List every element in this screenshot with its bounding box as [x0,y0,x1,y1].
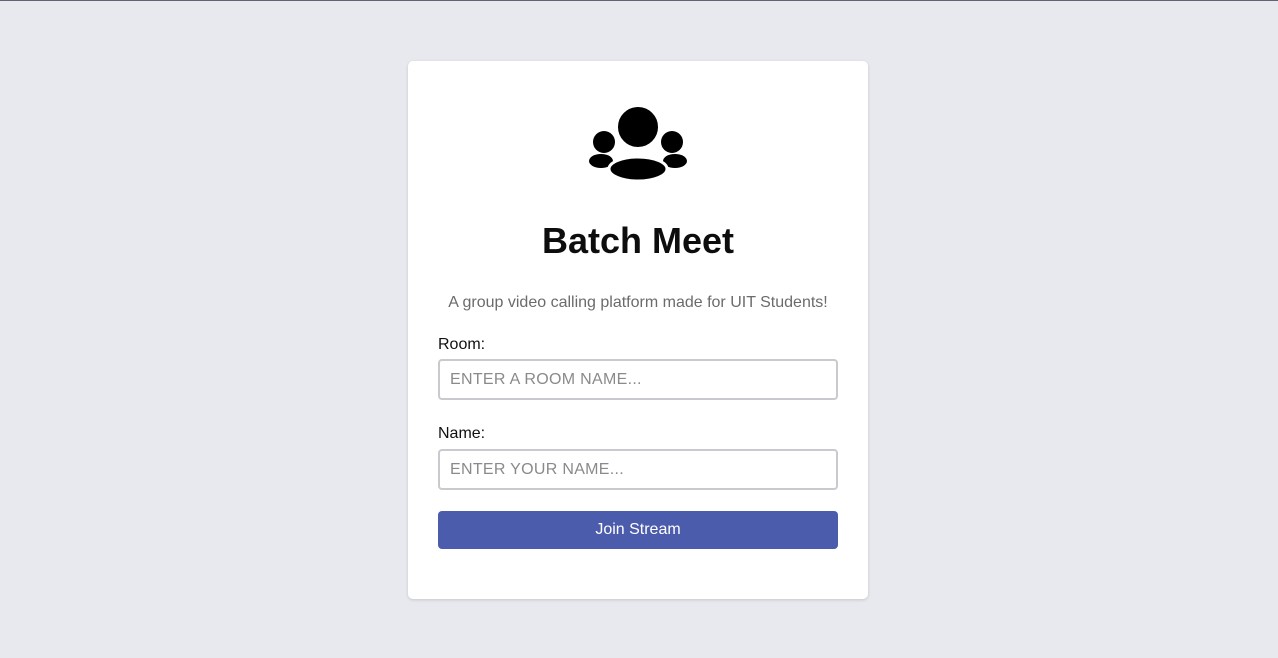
users-group-icon [589,105,687,181]
room-label: Room: [438,336,486,353]
name-input[interactable] [438,449,838,490]
room-input[interactable] [438,359,838,400]
app-title: Batch Meet [541,220,735,261]
join-stream-button[interactable]: Join Stream [438,511,838,549]
app-subtitle: A group video calling platform made for … [448,294,828,311]
top-border-line [0,0,1278,1]
join-card: Batch Meet A group video calling platfor… [408,61,868,599]
name-label: Name: [438,425,486,442]
